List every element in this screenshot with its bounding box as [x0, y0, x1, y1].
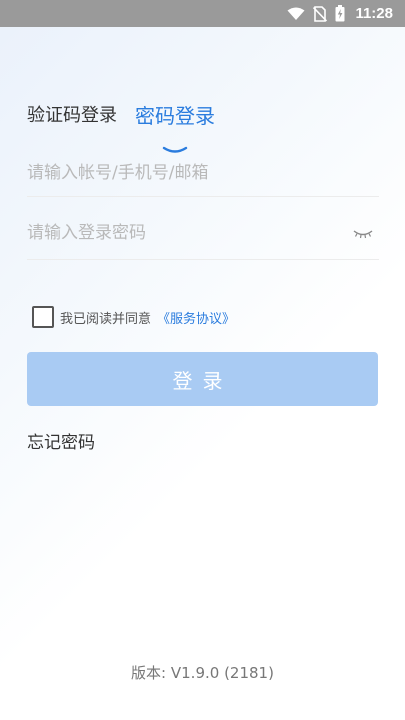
- eye-closed-icon[interactable]: [353, 224, 373, 243]
- login-tabs: 验证码登录 密码登录: [27, 100, 215, 153]
- tab-label: 密码登录: [135, 104, 215, 128]
- login-button[interactable]: 登录: [27, 352, 378, 406]
- battery-charging-icon: [335, 5, 345, 22]
- agreement-row: 我已阅读并同意 《服务协议》: [32, 306, 235, 328]
- account-field: [27, 150, 379, 197]
- password-input[interactable]: [27, 222, 379, 243]
- clock: 11:28: [355, 5, 393, 22]
- agree-checkbox[interactable]: [32, 306, 54, 328]
- forgot-password-link[interactable]: 忘记密码: [27, 428, 95, 453]
- login-screen: 11:28 验证码登录 密码登录 请输入帐号/手机号/邮箱 我已阅读并同意 《服…: [0, 0, 405, 720]
- no-sim-icon: [313, 5, 328, 22]
- agree-text: 我已阅读并同意: [60, 311, 152, 327]
- status-bar: 11:28: [0, 0, 405, 27]
- tab-label: 验证码登录: [27, 105, 117, 126]
- version-label: 版本: V1.9.0 (2181): [131, 664, 274, 682]
- account-input[interactable]: [27, 163, 379, 183]
- tab-password-login[interactable]: 密码登录: [135, 100, 215, 153]
- tab-sms-code-login[interactable]: 验证码登录: [27, 100, 117, 132]
- password-field: [27, 206, 379, 260]
- service-agreement-link[interactable]: 《服务协议》: [157, 308, 235, 327]
- wifi-icon: [287, 7, 305, 21]
